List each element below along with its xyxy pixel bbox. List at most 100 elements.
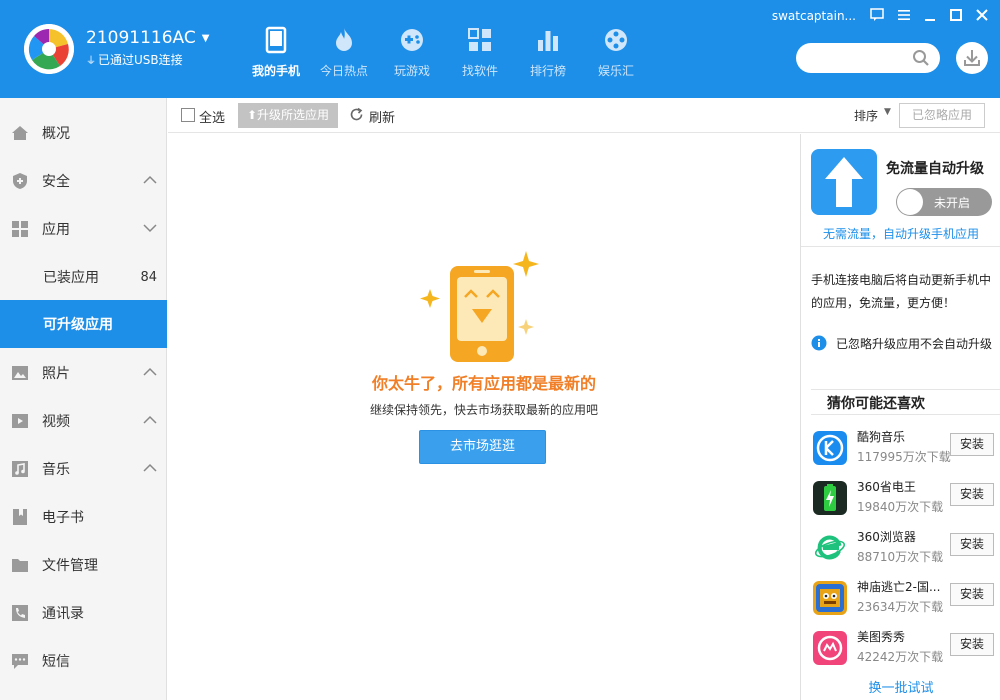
sidebar-item-label: 通讯录 [42, 606, 84, 622]
nav-label: 找软件 [461, 64, 498, 78]
app-downloads: 19840万次下载 [857, 500, 944, 514]
chevron-up-icon[interactable] [143, 461, 157, 475]
divider [811, 414, 1000, 415]
search-input[interactable] [796, 43, 940, 73]
usb-status: ⏚ 已通过USB连接 [86, 51, 183, 68]
usb-status-text: 已通过USB连接 [98, 53, 183, 67]
bar-chart-icon [538, 31, 558, 51]
recommended-app-row[interactable]: 酷狗音乐 117995万次下载 安装 [811, 430, 1000, 470]
sidebar-item-label: 可升级应用 [43, 317, 113, 333]
recommended-app-row[interactable]: 360省电王 19840万次下载 安装 [811, 480, 1000, 520]
sidebar-item-videos[interactable]: 视频 [0, 397, 167, 445]
video-icon [12, 414, 28, 428]
recommended-app-row[interactable]: 神庙逃亡2-国... 23634万次下载 安装 [811, 580, 1000, 620]
app-name[interactable]: 神庙逃亡2-国... [857, 578, 940, 595]
app-downloads: 23634万次下载 [857, 600, 944, 614]
device-name-text: 21091116AC [86, 28, 196, 48]
info-icon [811, 335, 827, 351]
nav-label: 今日热点 [319, 64, 368, 78]
app-downloads: 88710万次下载 [857, 550, 944, 564]
close-icon[interactable] [975, 8, 989, 22]
go-market-button[interactable]: 去市场逛逛 [419, 430, 546, 464]
app-name[interactable]: 360浏览器 [857, 528, 916, 545]
sidebar-item-overview[interactable]: 概况 [0, 109, 167, 157]
book-icon [13, 509, 27, 525]
search-icon[interactable] [912, 49, 930, 67]
chevron-down-icon[interactable] [143, 221, 157, 235]
nav-software[interactable]: 找软件 [446, 26, 514, 86]
browser-icon[interactable] [813, 531, 847, 565]
sidebar-item-security[interactable]: 安全 [0, 157, 167, 205]
refresh-button[interactable]: 刷新 [369, 107, 395, 126]
sidebar-item-music[interactable]: 音乐 [0, 445, 167, 493]
kugou-music-icon[interactable] [813, 431, 847, 465]
app-name[interactable]: 360省电王 [857, 478, 916, 495]
install-button[interactable]: 安装 [950, 583, 994, 606]
minimize-icon[interactable] [923, 8, 937, 22]
download-manager-button[interactable] [956, 42, 988, 74]
sidebar-item-label: 短信 [42, 654, 70, 670]
sidebar-item-file-manager[interactable]: 文件管理 [0, 541, 167, 589]
phone-book-icon [12, 605, 28, 621]
nav-label: 娱乐汇 [597, 64, 634, 78]
nav-games[interactable]: 玩游戏 [378, 26, 446, 86]
film-reel-icon [605, 29, 627, 51]
feedback-icon[interactable] [870, 8, 884, 22]
nav-entertainment[interactable]: 娱乐汇 [582, 26, 650, 86]
top-header: 21091116AC ▼ ⏚ 已通过USB连接 我的手机 今日热点 玩游戏 找软件 … [0, 0, 1000, 98]
sidebar-item-contacts[interactable]: 通讯录 [0, 589, 167, 637]
sidebar-item-apps[interactable]: 应用 [0, 205, 167, 253]
sidebar-item-installed-apps[interactable]: 已装应用 84 [0, 253, 167, 301]
meitu-icon[interactable] [813, 631, 847, 665]
apps-icon [12, 221, 28, 237]
select-all-checkbox[interactable] [181, 108, 195, 122]
nav-hot-today[interactable]: 今日热点 [310, 26, 378, 86]
install-button[interactable]: 安装 [950, 483, 994, 506]
chevron-up-icon[interactable] [143, 173, 157, 187]
install-button[interactable]: 安装 [950, 433, 994, 456]
arrow-up-icon: ⬆ [246, 108, 258, 122]
music-icon [12, 461, 28, 477]
temple-run-icon[interactable] [813, 581, 847, 615]
sidebar-item-sms[interactable]: 短信 [0, 637, 167, 685]
maximize-icon[interactable] [949, 8, 963, 22]
device-name-dropdown[interactable]: 21091116AC ▼ [86, 28, 209, 48]
installed-count: 84 [140, 269, 157, 285]
install-button[interactable]: 安装 [950, 533, 994, 556]
chevron-up-icon[interactable] [143, 365, 157, 379]
refresh-icon[interactable] [349, 107, 364, 122]
app-name[interactable]: 美图秀秀 [857, 628, 905, 645]
sort-dropdown[interactable]: 排序 [854, 107, 878, 124]
sidebar-item-photos[interactable]: 照片 [0, 349, 167, 397]
app-name[interactable]: 酷狗音乐 [857, 428, 905, 445]
app-logo [24, 24, 74, 74]
apps-grid-icon [468, 28, 491, 51]
select-all-label[interactable]: 全选 [199, 107, 225, 126]
divider [811, 389, 1000, 390]
sidebar-item-label: 视频 [42, 414, 70, 430]
sidebar-item-label: 概况 [42, 126, 70, 142]
recommended-app-row[interactable]: 美图秀秀 42242万次下载 安装 [811, 630, 1000, 670]
sidebar-item-upgradable-apps[interactable]: 可升级应用 [0, 300, 167, 348]
chevron-up-icon[interactable] [143, 413, 157, 427]
auto-upgrade-icon [811, 149, 877, 215]
recommended-app-row[interactable]: 360浏览器 88710万次下载 安装 [811, 530, 1000, 570]
battery-saver-icon[interactable] [813, 481, 847, 515]
refresh-recommendations-link[interactable]: 换一批试试 [801, 677, 1000, 696]
nav-my-phone[interactable]: 我的手机 [242, 26, 310, 86]
sidebar-item-ebooks[interactable]: 电子书 [0, 493, 167, 541]
shield-icon [13, 173, 27, 189]
auto-upgrade-toggle[interactable]: 未开启 [896, 188, 992, 216]
install-button[interactable]: 安装 [950, 633, 994, 656]
caret-down-icon[interactable]: ▼ [884, 107, 891, 117]
ignored-apps-button[interactable]: 已忽略应用 [899, 103, 985, 128]
upgrade-selected-button[interactable]: ⬆升级所选应用 [238, 103, 338, 128]
sidebar-item-label: 应用 [42, 222, 70, 238]
auto-upgrade-title: 免流量自动升级 [886, 161, 984, 177]
toggle-label: 未开启 [934, 196, 971, 210]
nav-ranking[interactable]: 排行榜 [514, 26, 582, 86]
sidebar: 概况 安全 应用 已装应用 84 可升级应用 照片 视频 音乐 电子书 文件管理 [0, 98, 167, 700]
main-content: 你太牛了，所有应用都是最新的 继续保持领先，快去市场获取最新的应用吧 去市场逛逛 [168, 134, 800, 700]
menu-icon[interactable] [897, 8, 911, 22]
username[interactable]: swatcaptain... [772, 9, 856, 23]
